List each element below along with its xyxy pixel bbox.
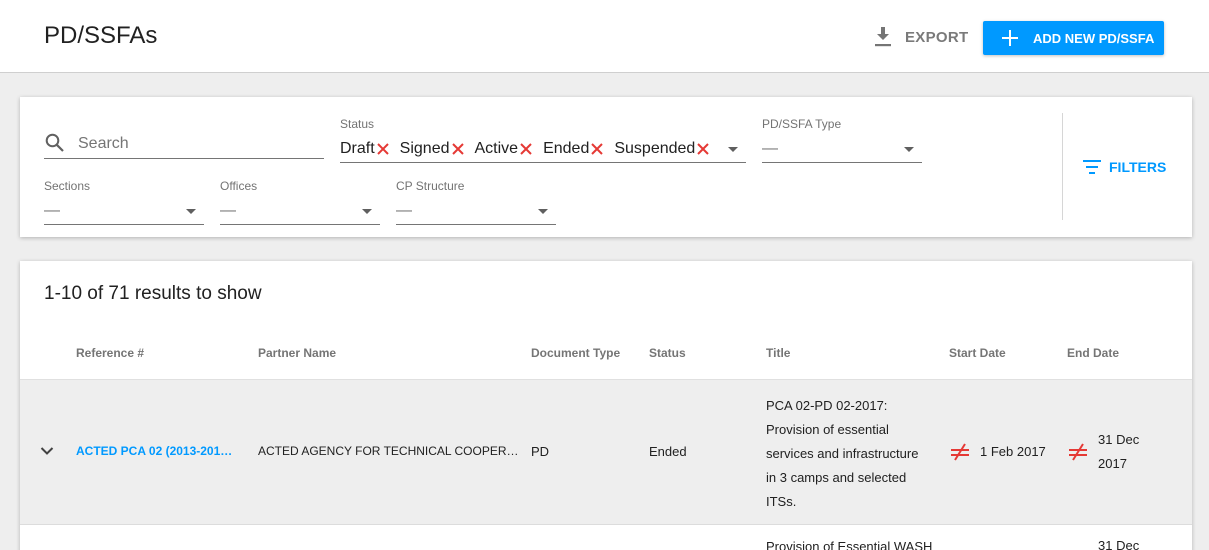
dropdown-arrow-icon[interactable] [362,209,372,214]
chip-label: Signed [399,140,450,157]
type-value: — [762,140,778,157]
table-row[interactable]: ACTED PCA 02 (2013-201… ACTED AGENCY FOR… [20,379,1192,525]
results-panel: 1-10 of 71 results to show Reference # P… [20,261,1192,550]
cp-structure-select[interactable]: — [396,199,556,225]
cp-structure-filter-label: CP Structure [396,179,465,193]
filter-list-icon [1083,160,1101,174]
table-row[interactable]: Provision of Essential WASH 31 Dec [20,526,1192,550]
offices-value: — [220,202,236,219]
document-type-cell: PD [531,444,550,459]
add-new-label: ADD NEW PD/SSFA [1033,30,1155,46]
title-cell: Provision of Essential WASH [766,539,933,550]
offices-filter[interactable]: Offices — [220,179,380,225]
offices-select[interactable]: — [220,199,380,225]
title-line: in 3 camps and selected [766,470,907,485]
remove-chip-icon[interactable] [376,143,389,155]
filters-label: FILTERS [1109,159,1167,175]
dropdown-arrow-icon[interactable] [904,147,914,152]
column-header-status[interactable]: Status [649,346,686,360]
sections-select[interactable]: — [44,199,204,225]
status-chip-signed: Signed [400,140,464,158]
start-date-cell: 1 Feb 2017 [980,444,1046,459]
chip-label: Ended [543,140,590,157]
search-field[interactable] [44,133,324,159]
chevron-down-icon[interactable] [40,446,54,456]
sections-filter[interactable]: Sections — [44,179,204,225]
end-date-cell: 31 Dec 2017 [1098,428,1139,476]
remove-chip-icon[interactable] [451,143,464,155]
filter-panel: Status Draft Signed Active Ended [20,97,1192,237]
dropdown-arrow-icon[interactable] [728,147,738,152]
filter-divider [1062,113,1063,220]
status-filter[interactable]: Status Draft Signed Active Ended Suspend… [340,117,746,163]
title-line: Provision of essential [766,422,889,437]
cp-structure-value: — [396,202,412,219]
remove-chip-icon[interactable] [520,143,532,155]
status-chips: Draft Signed Active Ended Suspended [340,140,720,158]
cp-structure-filter[interactable]: CP Structure — [396,179,556,225]
top-bar: PD/SSFAs EXPORT ADD NEW PD/SSFA [0,0,1209,73]
date-not-equal-icon [951,443,969,461]
filters-button[interactable]: FILTERS [1083,159,1166,175]
status-chip-active: Active [475,140,533,158]
offices-filter-label: Offices [220,179,258,193]
status-chip-ended: Ended [543,140,604,158]
export-label: EXPORT [905,28,969,46]
column-header-document-type[interactable]: Document Type [531,346,620,360]
column-header-partner[interactable]: Partner Name [258,346,336,360]
end-date-line: 31 Dec [1098,432,1140,447]
title-line: PCA 02-PD 02-2017: [766,398,888,413]
sections-value: — [44,202,60,219]
dropdown-arrow-icon[interactable] [538,209,548,214]
search-icon [45,133,64,152]
status-filter-label: Status [340,117,375,131]
chip-label: Active [474,140,519,157]
search-input[interactable] [78,135,318,153]
chip-label: Suspended [614,140,696,157]
remove-chip-icon[interactable] [591,143,604,155]
partner-name-cell: ACTED AGENCY FOR TECHNICAL COOPER… [258,444,519,458]
remove-chip-icon[interactable] [697,143,710,155]
type-filter-label: PD/SSFA Type [762,117,842,131]
dropdown-arrow-icon[interactable] [186,209,196,214]
page-title: PD/SSFAs [44,22,158,49]
title-line: ITSs. [766,494,797,509]
column-header-start-date[interactable]: Start Date [949,346,1006,360]
chip-label: Draft [340,140,375,157]
sections-filter-label: Sections [44,179,91,193]
title-cell: PCA 02-PD 02-2017: Provision of essentia… [766,394,938,514]
title-line: services and infrastructure [766,446,919,461]
download-icon [875,27,891,47]
status-cell: Ended [649,444,687,459]
status-chip-suspended: Suspended [614,140,710,158]
export-button[interactable]: EXPORT [874,26,968,48]
end-date-line: 2017 [1098,456,1127,471]
column-header-end-date[interactable]: End Date [1067,346,1119,360]
end-date-cell: 31 Dec [1098,538,1140,550]
column-header-title[interactable]: Title [766,346,790,360]
results-count: 1-10 of 71 results to show [44,283,262,304]
type-select[interactable]: — [762,137,922,163]
plus-icon [1002,30,1018,46]
add-new-pd-ssfa-button[interactable]: ADD NEW PD/SSFA [983,21,1164,55]
status-chip-draft: Draft [340,140,389,158]
date-not-equal-icon [1069,443,1087,461]
type-filter[interactable]: PD/SSFA Type — [762,117,922,163]
column-header-reference[interactable]: Reference # [76,346,144,360]
reference-link[interactable]: ACTED PCA 02 (2013-201… [76,444,232,458]
status-select[interactable]: Draft Signed Active Ended Suspended [340,137,746,163]
